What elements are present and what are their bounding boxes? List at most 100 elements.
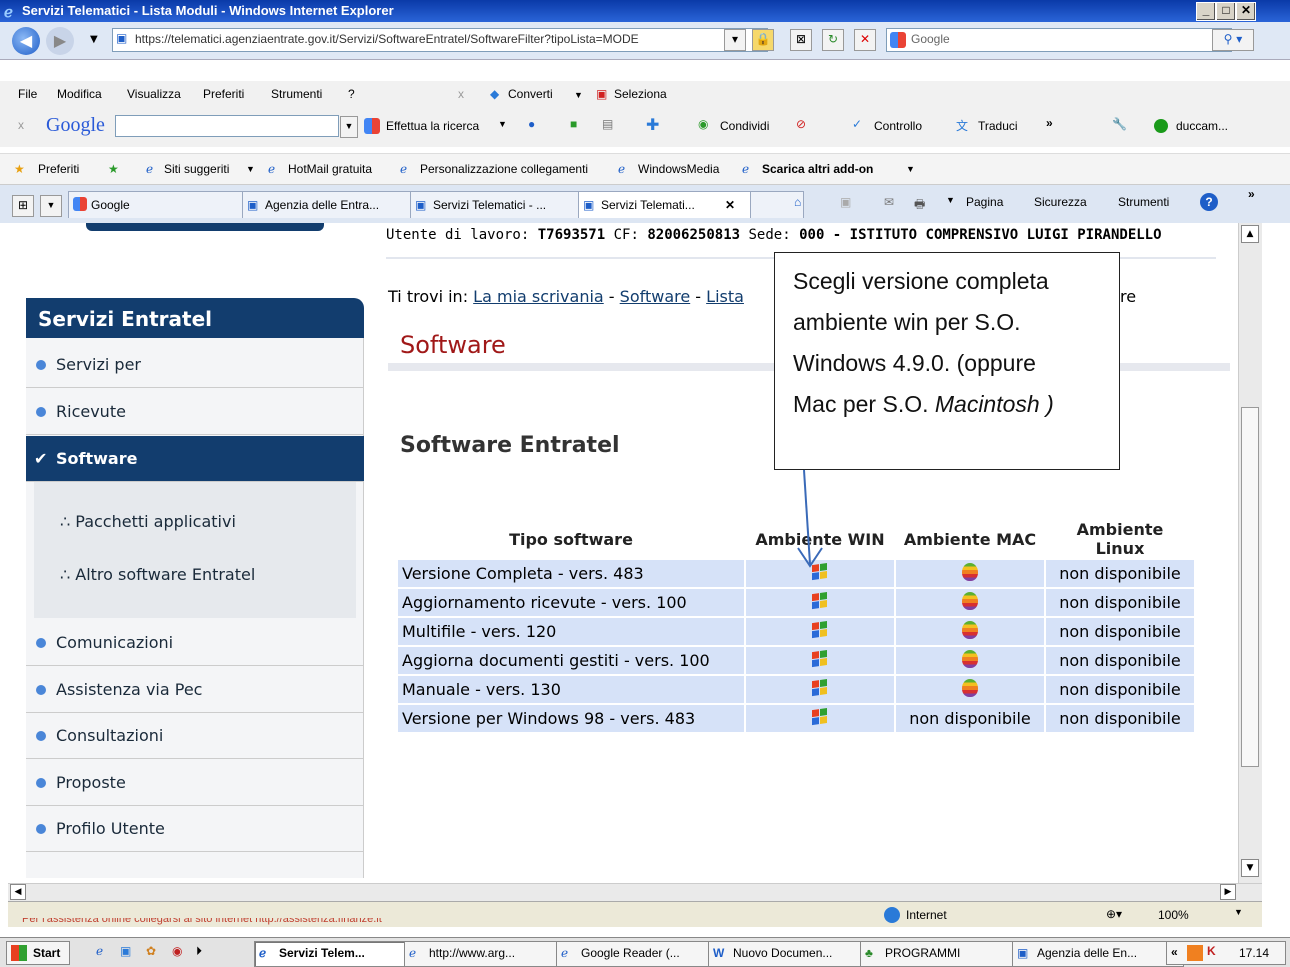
task-google-reader[interactable]: ℯ Google Reader (...	[556, 941, 728, 967]
favorites-button[interactable]: Preferiti	[38, 162, 79, 176]
apple-logo-icon[interactable]	[962, 591, 978, 610]
menu-visualizza[interactable]: Visualizza	[127, 87, 181, 101]
close-tab-icon[interactable]: ✕	[725, 192, 735, 218]
maximize-button[interactable]: □	[1216, 2, 1236, 21]
sidebar-item-assistenza[interactable]: Assistenza via Pec	[26, 667, 364, 713]
forward-button[interactable]: ▶	[46, 27, 74, 55]
more-chevron-icon[interactable]: »	[1248, 187, 1255, 201]
sidebar-item-ricevute[interactable]: Ricevute	[26, 389, 364, 435]
horizontal-scrollbar[interactable]: ◀ ▶	[8, 883, 1262, 901]
win-download-cell[interactable]	[746, 647, 894, 674]
win-download-cell[interactable]	[746, 589, 894, 616]
start-button[interactable]: Start	[6, 941, 70, 965]
block-icon[interactable]: ⊘	[796, 117, 806, 131]
task-word[interactable]: W Nuovo Documen...	[708, 941, 880, 967]
cmd-pagina[interactable]: Pagina	[966, 195, 1003, 209]
chevron-down-icon[interactable]: ▼	[246, 164, 255, 174]
chevron-down-icon[interactable]: ▼	[906, 164, 915, 174]
mac-download-cell[interactable]	[896, 647, 1044, 674]
google-search-input[interactable]	[115, 115, 339, 137]
fav-personalizzazione[interactable]: Personalizzazione collegamenti	[420, 162, 588, 176]
win-download-cell[interactable]	[746, 618, 894, 645]
tray-expand-icon[interactable]: «	[1171, 945, 1178, 959]
win-download-cell[interactable]	[746, 676, 894, 703]
task-programmi[interactable]: ♣ PROGRAMMI	[860, 941, 1032, 967]
menu-modifica[interactable]: Modifica	[57, 87, 102, 101]
protected-mode-icon[interactable]: ⊕▾	[1106, 907, 1122, 921]
windows-logo-icon[interactable]	[812, 707, 828, 725]
search-icon[interactable]: ⚲ ▾	[1212, 29, 1254, 51]
explorer-quicklaunch-icon[interactable]: ▣	[120, 944, 131, 958]
zoom-label[interactable]: 100%	[1158, 908, 1189, 922]
close-icon[interactable]: x	[458, 87, 464, 101]
menu-preferiti[interactable]: Preferiti	[203, 87, 244, 101]
scroll-down-icon[interactable]: ▼	[1241, 859, 1259, 877]
win-download-cell[interactable]	[746, 705, 894, 732]
chevron-down-icon[interactable]: ▼	[498, 119, 507, 129]
add-favorite-icon[interactable]: ★	[108, 162, 119, 176]
menu-help[interactable]: ?	[348, 87, 355, 101]
minimize-button[interactable]: _	[1196, 2, 1216, 21]
task-agenzia[interactable]: ▣ Agenzia delle En...	[1012, 941, 1184, 967]
chevron-down-icon[interactable]: ▼	[1234, 907, 1243, 917]
bookmark-icon[interactable]: ■	[570, 117, 577, 131]
fav-addon[interactable]: Scarica altri add-on	[762, 162, 873, 176]
plus-icon[interactable]: ✚	[646, 115, 659, 135]
cmd-sicurezza[interactable]: Sicurezza	[1034, 195, 1087, 209]
controllo-button[interactable]: Controllo	[874, 119, 922, 133]
more-chevron-icon[interactable]: »	[1046, 116, 1053, 130]
tab-google[interactable]: Google	[68, 191, 258, 218]
quick-tabs-icon[interactable]: ⊞	[12, 195, 34, 217]
fav-windowsmedia[interactable]: WindowsMedia	[638, 162, 719, 176]
sidebar-item-servizi[interactable]: Servizi per	[26, 342, 364, 388]
google-search-dropdown-icon[interactable]: ▼	[340, 116, 358, 138]
chevron-down-icon[interactable]: ▼	[946, 195, 955, 205]
breadcrumb-software[interactable]: Software	[620, 287, 691, 306]
player-quicklaunch-icon[interactable]: ⏵	[196, 944, 202, 959]
windows-logo-icon[interactable]	[812, 678, 828, 696]
globe-icon[interactable]: ●	[528, 117, 535, 131]
mac-download-cell[interactable]	[896, 676, 1044, 703]
wrench-icon[interactable]: 🔧	[1112, 117, 1127, 131]
sidebar-item-proposte[interactable]: Proposte	[26, 760, 364, 806]
ie-quicklaunch-icon[interactable]: ℯ	[96, 944, 103, 958]
scroll-thumb[interactable]	[1241, 407, 1259, 767]
tab-list-icon[interactable]: ▼	[40, 195, 62, 217]
tray-antivirus-icon[interactable]: K	[1207, 944, 1216, 958]
fav-hotmail[interactable]: HotMail gratuita	[288, 162, 372, 176]
help-icon[interactable]: ?	[1200, 193, 1218, 211]
menu-strumenti[interactable]: Strumenti	[271, 87, 322, 101]
traduci-button[interactable]: Traduci	[978, 119, 1018, 133]
tab-agenzia[interactable]: ▣ Agenzia delle Entra...	[242, 191, 430, 218]
scroll-right-icon[interactable]: ▶	[1220, 884, 1236, 900]
seleziona-button[interactable]: Seleziona	[614, 87, 667, 101]
mac-download-cell[interactable]	[896, 618, 1044, 645]
tray-app-icon[interactable]	[1187, 945, 1203, 961]
history-dropdown-icon[interactable]: ▼	[90, 34, 98, 45]
apple-logo-icon[interactable]	[962, 678, 978, 697]
back-button[interactable]: ◀	[12, 27, 40, 55]
submenu-altro-software[interactable]: ∴ Altro software Entratel	[60, 565, 255, 584]
close-icon[interactable]: x	[18, 118, 24, 132]
url-dropdown-icon[interactable]: ▾	[724, 29, 746, 51]
sidebar-item-consultazioni[interactable]: Consultazioni	[26, 713, 364, 759]
network-quicklaunch-icon[interactable]: ✿	[146, 944, 156, 958]
sidebar-item-software[interactable]: ✔ Software	[26, 436, 364, 482]
sidebar-item-profilo[interactable]: Profilo Utente	[26, 806, 364, 852]
breadcrumb-lista[interactable]: Lista	[706, 287, 744, 306]
close-button[interactable]: ✕	[1236, 2, 1256, 21]
apple-logo-icon[interactable]	[962, 620, 978, 639]
lock-icon[interactable]: 🔒	[752, 29, 774, 51]
sidebar-item-comunicazioni[interactable]: Comunicazioni	[26, 620, 364, 666]
cmd-strumenti[interactable]: Strumenti	[1118, 195, 1169, 209]
google-search-button[interactable]: Effettua la ricerca	[386, 119, 479, 133]
print-icon[interactable]: 🖶	[914, 195, 925, 216]
windows-logo-icon[interactable]	[812, 620, 828, 638]
task-arg[interactable]: ℯ http://www.arg...	[404, 941, 576, 967]
fav-siti-suggeriti[interactable]: Siti suggeriti	[164, 162, 229, 176]
sidewiki-icon[interactable]: ▤	[602, 117, 613, 131]
tab-servizi-1[interactable]: ▣ Servizi Telematici - ...	[410, 191, 596, 218]
home-icon[interactable]: ⌂	[794, 195, 801, 209]
condividi-button[interactable]: Condividi	[720, 119, 769, 133]
apple-logo-icon[interactable]	[962, 649, 978, 668]
